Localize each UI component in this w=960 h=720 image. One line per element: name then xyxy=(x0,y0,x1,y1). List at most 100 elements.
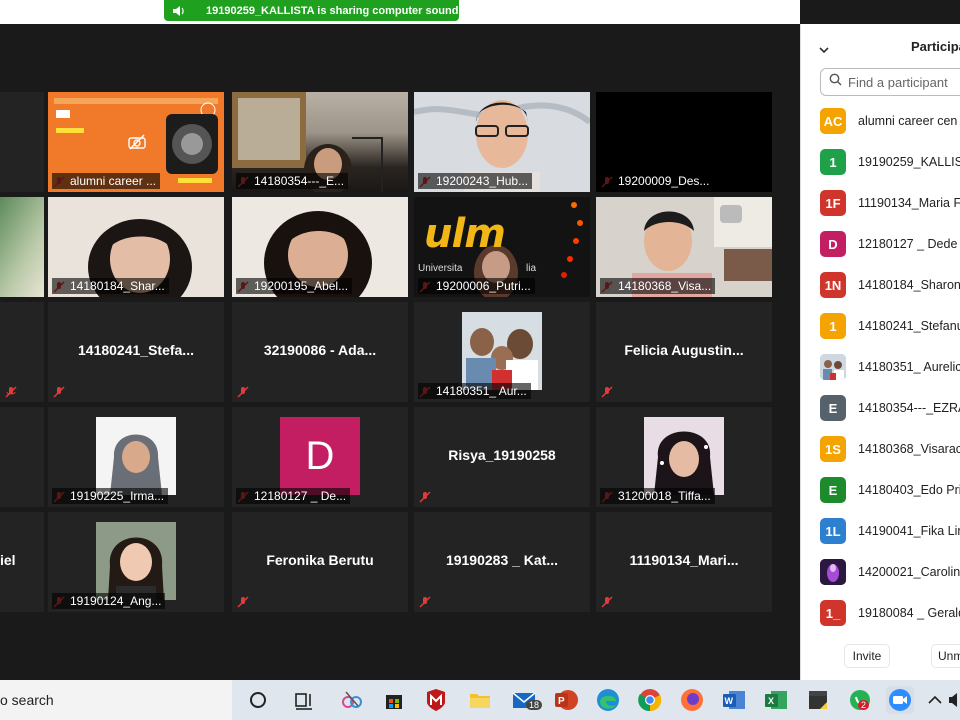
video-tile[interactable]: 32190086 - Ada... xyxy=(232,302,408,402)
video-tile[interactable]: 14180368_Visa... xyxy=(596,197,772,297)
participant-name: Risya_19190258 xyxy=(448,447,556,463)
chevron-down-icon[interactable] xyxy=(819,42,829,54)
unmute-button[interactable]: Unm xyxy=(931,644,960,668)
video-tile-partial[interactable] xyxy=(0,92,44,192)
video-tile[interactable]: Risya_19190258 xyxy=(414,407,590,507)
video-tile[interactable]: 19190225_Irma... xyxy=(48,407,224,507)
video-tile[interactable]: 14180184_Shar... xyxy=(48,197,224,297)
participant-row-name: 14180351_ Aurelic xyxy=(858,360,960,374)
participant-row[interactable]: 1S 14180368_Visarac xyxy=(801,434,960,464)
participant-row[interactable]: 1 19190259_KALLIST xyxy=(801,147,960,177)
participant-row[interactable]: E 14180354---_EZRA xyxy=(801,393,960,423)
logo-caption: Universita xyxy=(418,263,463,274)
camera-off-icon xyxy=(128,134,146,155)
participant-name: 11190134_Mari... xyxy=(629,552,739,568)
muted-mic-icon xyxy=(601,595,613,608)
participant-name: 14180351_ Aur... xyxy=(418,383,531,399)
powerpoint-icon[interactable]: P xyxy=(552,686,580,714)
store-icon[interactable] xyxy=(380,686,408,714)
panel-title: Participa xyxy=(911,39,960,54)
participant-row-name: 11190134_Maria F xyxy=(858,196,960,210)
participant-row-name: 14180241_Stefanu xyxy=(858,319,960,333)
profile-photo xyxy=(96,522,176,600)
cortana-icon[interactable] xyxy=(244,686,272,714)
firefox-icon[interactable] xyxy=(678,686,706,714)
participant-row-name: 14190041_Fika Lim xyxy=(858,524,960,538)
mcafee-icon[interactable] xyxy=(422,686,450,714)
video-tile-partial[interactable]: iel xyxy=(0,512,44,612)
participant-row[interactable]: 14200021_Carolin xyxy=(801,557,960,587)
chevron-up-icon[interactable] xyxy=(924,686,946,714)
video-tile[interactable]: 14180241_Stefa... xyxy=(48,302,224,402)
speaker-icon xyxy=(172,5,186,17)
participant-name: 19190283 _ Kat... xyxy=(445,552,559,568)
video-tile[interactable]: 14180351_ Aur... xyxy=(414,302,590,402)
video-tile[interactable]: 19200243_Hub... xyxy=(414,92,590,192)
whatsapp-badge: 2 xyxy=(858,700,870,710)
chrome-icon[interactable] xyxy=(636,686,664,714)
file-explorer-icon[interactable] xyxy=(466,686,494,714)
participant-name: 32190086 - Ada... xyxy=(263,342,377,358)
participant-name: Feronika Berutu xyxy=(266,552,374,568)
video-tile[interactable]: D 12180127 _ De... xyxy=(232,407,408,507)
video-tile[interactable]: 19190283 _ Kat... xyxy=(414,512,590,612)
participant-row[interactable]: 1 14180241_Stefanu xyxy=(801,311,960,341)
taskbar-search[interactable]: o search xyxy=(0,680,232,720)
sticky-notes-icon[interactable] xyxy=(804,686,832,714)
participant-row[interactable]: E 14180403_Edo Pri xyxy=(801,475,960,505)
participant-avatar: 1N xyxy=(820,272,846,298)
windows-taskbar: o search 18 P W X 2 xyxy=(0,680,960,720)
participant-row-name: alumni career cen xyxy=(858,114,958,128)
zoom-icon[interactable] xyxy=(886,686,914,714)
video-tile[interactable]: 31200018_Tiffa... xyxy=(596,407,772,507)
participant-row[interactable]: 1F 11190134_Maria F xyxy=(801,188,960,218)
participant-name: Felicia Augustin... xyxy=(624,342,744,358)
edge-icon[interactable] xyxy=(594,686,622,714)
participant-name: 19200006_Putri... xyxy=(418,278,535,294)
video-tile-active-speaker[interactable]: alumni career ... xyxy=(48,92,224,192)
invite-button[interactable]: Invite xyxy=(844,644,890,668)
video-tile[interactable]: 19200195_Abel... xyxy=(232,197,408,297)
participant-row-name: 14180184_Sharon xyxy=(858,278,960,292)
participant-photo-avatar xyxy=(820,354,846,380)
profile-photo xyxy=(644,417,724,495)
svg-text:W: W xyxy=(725,696,734,706)
muted-mic-icon xyxy=(237,385,249,398)
video-tile-partial[interactable] xyxy=(0,302,44,402)
participant-row[interactable]: 1N 14180184_Sharon xyxy=(801,270,960,300)
muted-mic-icon xyxy=(237,595,249,608)
task-view-icon[interactable] xyxy=(290,686,318,714)
participant-avatar: 1S xyxy=(820,436,846,462)
muted-mic-icon xyxy=(419,595,431,608)
snip-tool-icon[interactable] xyxy=(338,686,366,714)
video-tile[interactable]: 14180354---_E... xyxy=(232,92,408,192)
word-icon[interactable]: W xyxy=(720,686,748,714)
participant-row[interactable]: 1L 14190041_Fika Lim xyxy=(801,516,960,546)
participant-name: 19200243_Hub... xyxy=(418,173,533,189)
video-tile[interactable]: Felicia Augustin... xyxy=(596,302,772,402)
participant-avatar: AC xyxy=(820,108,846,134)
video-tile[interactable]: 19200009_Des... xyxy=(596,92,772,192)
video-tile[interactable]: 11190134_Mari... xyxy=(596,512,772,612)
video-tile[interactable]: 19190124_Ang... xyxy=(48,512,224,612)
participant-row[interactable]: 1_ 19180084 _ Gerald xyxy=(801,598,960,628)
search-input[interactable] xyxy=(848,74,960,90)
participant-row[interactable]: AC alumni career cen xyxy=(801,106,960,136)
excel-icon[interactable]: X xyxy=(762,686,790,714)
video-tile[interactable]: ulm Universita lia 19200006_Putri... xyxy=(414,197,590,297)
participant-search[interactable] xyxy=(820,68,960,96)
participant-avatar: 1 xyxy=(820,149,846,175)
video-tile[interactable]: Feronika Berutu xyxy=(232,512,408,612)
volume-icon[interactable] xyxy=(948,686,960,714)
participant-row[interactable]: 14180351_ Aurelic xyxy=(801,352,960,382)
participant-row[interactable]: D 12180127 _ Dede xyxy=(801,229,960,259)
video-tile-partial[interactable] xyxy=(0,197,44,297)
participant-row-name: 19180084 _ Gerald xyxy=(858,606,960,620)
muted-mic-icon xyxy=(601,385,613,398)
avatar-letter: D xyxy=(280,417,360,495)
mail-badge: 18 xyxy=(526,700,543,710)
sharing-banner[interactable]: 19190259_KALLISTA is sharing computer so… xyxy=(164,0,459,21)
participant-photo-avatar xyxy=(820,559,846,585)
video-tile-partial[interactable] xyxy=(0,407,44,507)
participant-avatar: 1L xyxy=(820,518,846,544)
